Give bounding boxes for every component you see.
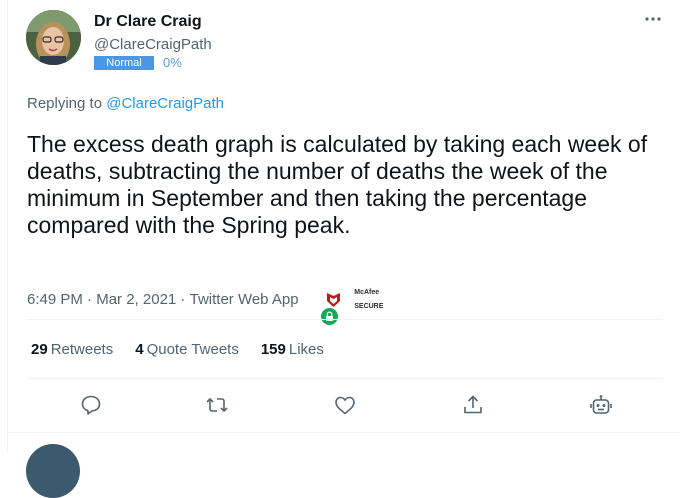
tweet-time[interactable]: 6:49 PM [27, 291, 83, 308]
likes-stat[interactable]: 159 Likes [261, 341, 324, 358]
divider [27, 378, 663, 379]
retweets-count: 29 [31, 341, 48, 358]
lock-icon [305, 291, 339, 325]
replying-to-link[interactable]: @ClareCraigPath [106, 95, 224, 112]
status-badge: Normal [94, 56, 154, 70]
author-name[interactable]: Dr Clare Craig [94, 13, 202, 31]
engagement-stats: 29 Retweets 4 Quote Tweets 159 Likes [31, 341, 346, 358]
replying-to: Replying to @ClareCraigPath [27, 95, 224, 112]
tweet-meta: 6:49 PM · Mar 2, 2021 · Twitter Web App … [27, 282, 384, 325]
like-button[interactable] [333, 393, 357, 417]
mcafee-line2: SECURE [354, 303, 384, 310]
reply-icon [81, 395, 101, 415]
like-icon [335, 396, 355, 415]
mcafee-shield-icon [326, 292, 340, 307]
tweet-source[interactable]: Twitter Web App [190, 291, 299, 308]
replying-prefix: Replying to [27, 95, 107, 112]
reply-button[interactable] [79, 393, 103, 417]
bot-icon [590, 395, 612, 414]
tweet-text: The excess death graph is calculated by … [27, 131, 648, 238]
share-icon [464, 395, 482, 414]
likes-label: Likes [288, 341, 324, 358]
retweet-icon [206, 397, 228, 413]
more-icon[interactable] [642, 8, 664, 30]
mcafee-line1: McAfee [354, 289, 380, 296]
badge-percent: 0% [163, 55, 182, 70]
next-tweet-avatar[interactable] [26, 444, 80, 498]
share-button[interactable] [461, 393, 485, 417]
retweet-button[interactable] [205, 393, 229, 417]
author-handle[interactable]: @ClareCraigPath [94, 36, 212, 53]
timeline-left-border [7, 0, 8, 452]
meta-separator: · [176, 291, 190, 308]
retweets-stat[interactable]: 29 Retweets [31, 341, 113, 358]
quote-tweets-stat[interactable]: 4 Quote Tweets [135, 341, 239, 358]
bot-button[interactable] [589, 393, 613, 417]
quote-tweets-count: 4 [135, 341, 144, 358]
quote-tweets-label: Quote Tweets [146, 341, 239, 358]
avatar[interactable] [26, 10, 81, 65]
meta-separator: · [82, 291, 97, 308]
divider [27, 319, 663, 320]
mcafee-badge: McAfee SECURE [326, 282, 384, 317]
likes-count: 159 [260, 341, 286, 358]
divider [8, 432, 680, 433]
retweets-label: Retweets [50, 341, 114, 358]
tweet-date[interactable]: Mar 2, 2021 [96, 291, 176, 308]
